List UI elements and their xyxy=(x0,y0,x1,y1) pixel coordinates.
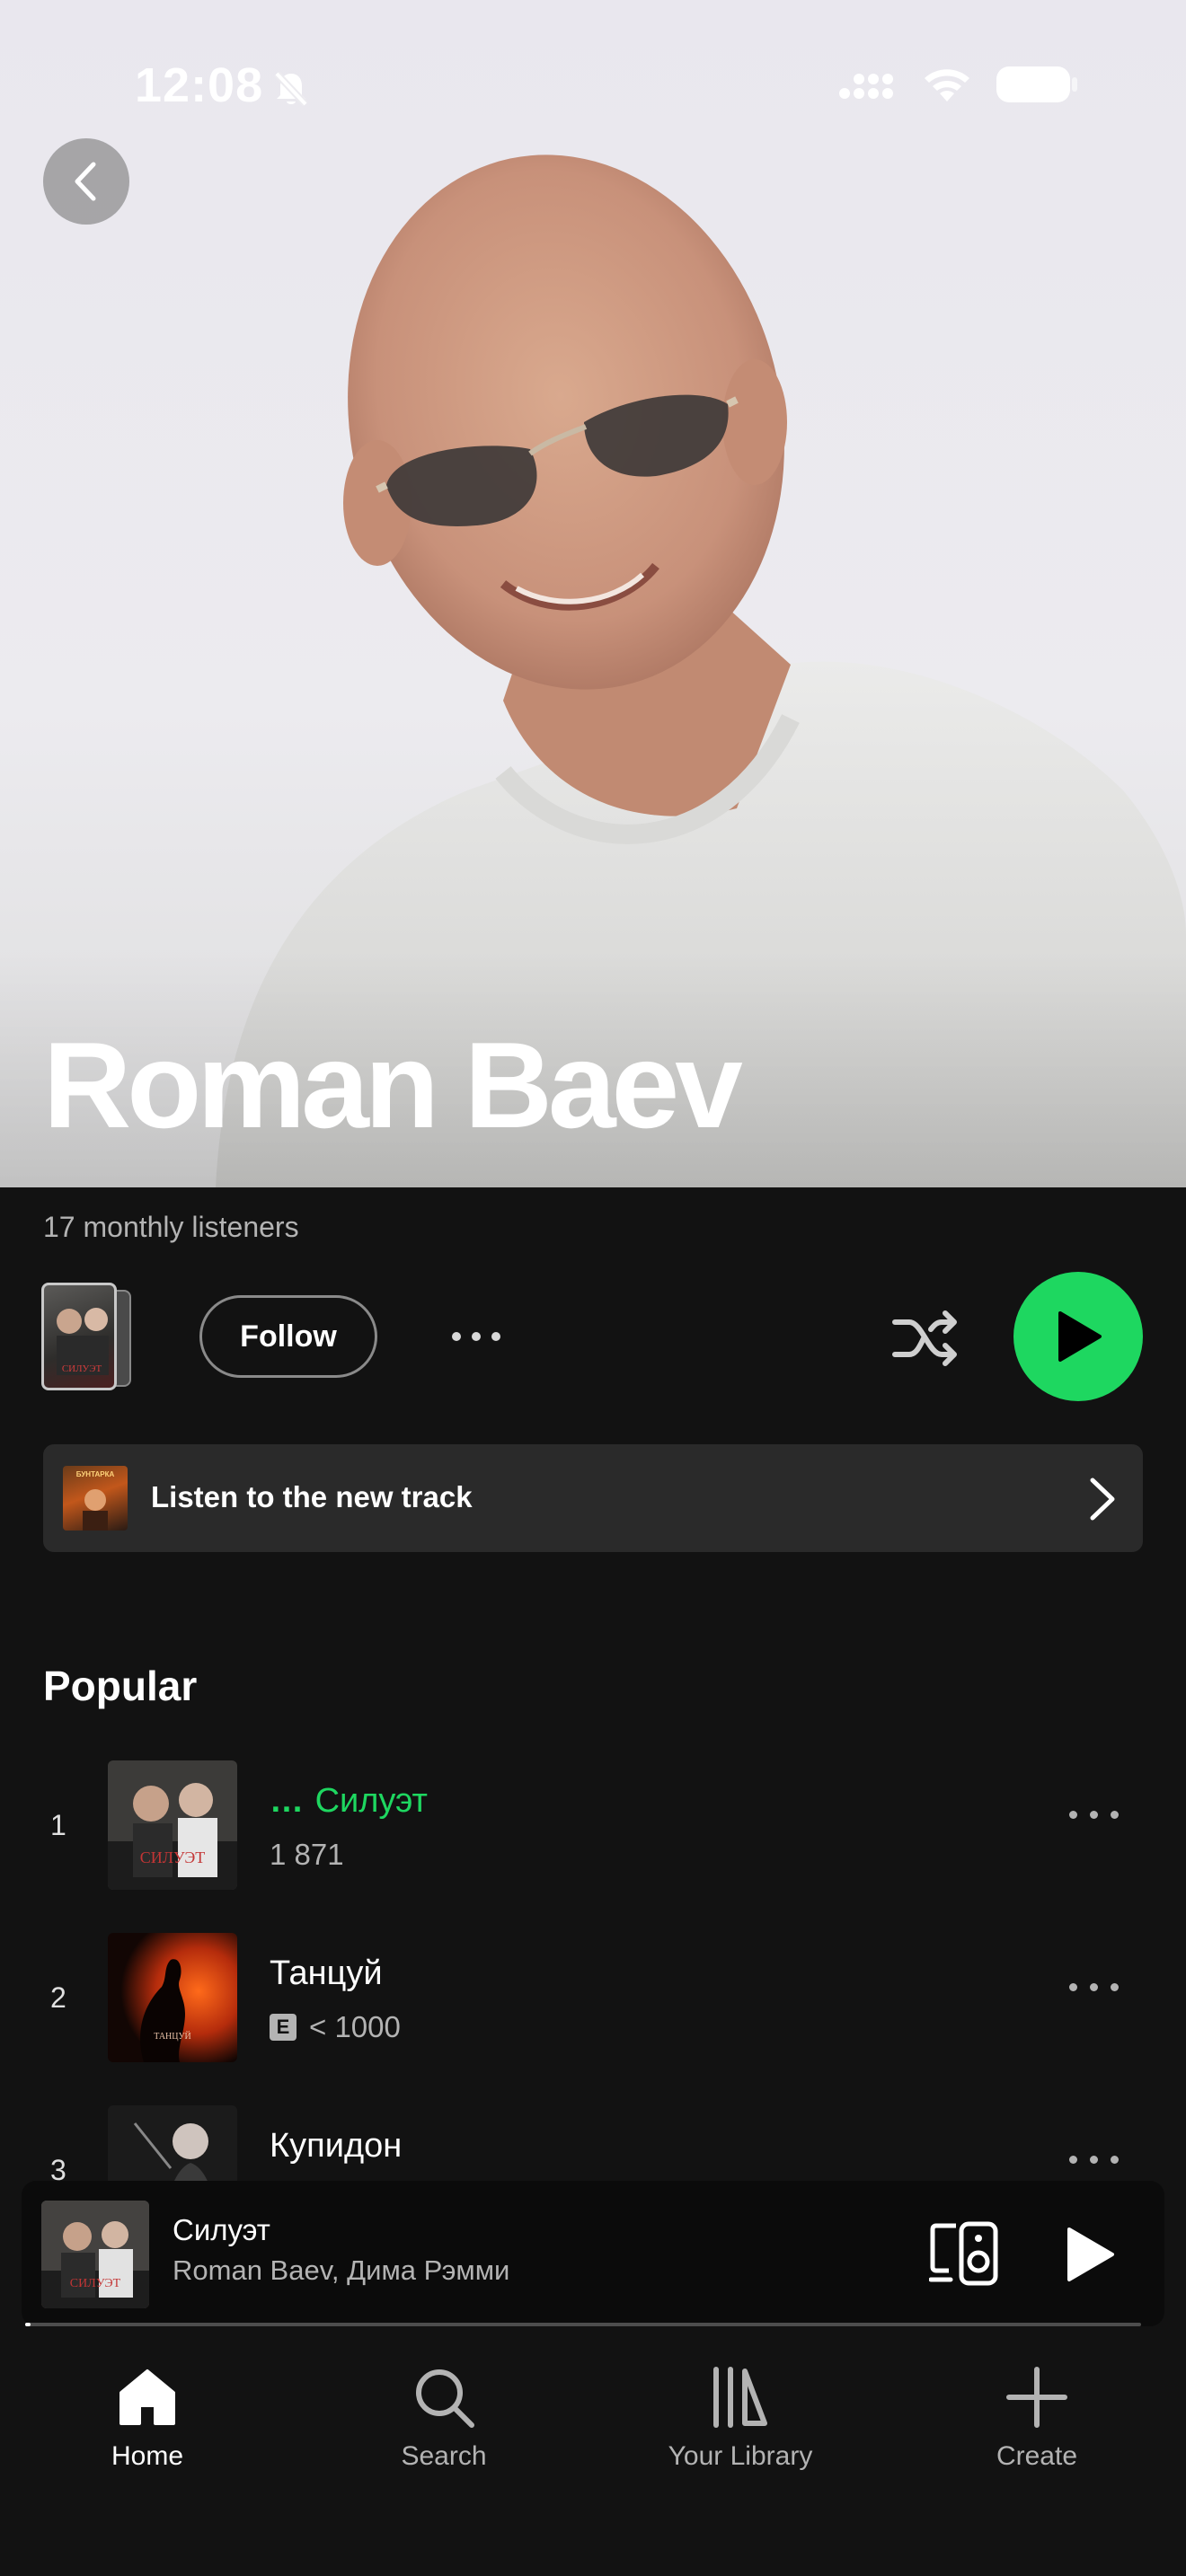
nav-create[interactable]: Create xyxy=(902,2366,1172,2472)
nav-label: Search xyxy=(401,2441,487,2471)
track-number: 2 xyxy=(50,1981,66,2014)
now-playing-artists: Roman Baev, Дима Рэмми xyxy=(173,2254,510,2286)
track-row[interactable]: 1 СИЛУЭТ … Силуэт 1 871 xyxy=(0,1757,1186,1892)
cellular-icon xyxy=(839,74,893,99)
now-playing-artwork: СИЛУЭТ xyxy=(41,2201,149,2308)
follow-button[interactable]: Follow xyxy=(199,1295,377,1378)
dot xyxy=(1111,1983,1119,1991)
nav-search[interactable]: Search xyxy=(309,2366,579,2472)
chevron-left-icon xyxy=(75,162,96,201)
now-playing-title: Силуэт xyxy=(173,2213,270,2246)
dot xyxy=(472,1332,481,1341)
battery-icon xyxy=(996,66,1077,102)
status-bar: 12:08 xyxy=(0,0,1186,171)
dot xyxy=(1090,2156,1098,2164)
dot xyxy=(452,1332,461,1341)
cover-art: СИЛУЭТ xyxy=(57,1308,109,1375)
plus-icon xyxy=(1006,2367,1067,2428)
status-time: 12:08 xyxy=(135,58,264,112)
track-row[interactable]: 2 ТАНЦУЙ Танцуй E < 1000 xyxy=(0,1929,1186,2064)
artist-release-thumbnail[interactable]: СИЛУЭТ xyxy=(41,1283,131,1390)
nav-label: Create xyxy=(996,2441,1078,2471)
svg-text:СИЛУЭТ: СИЛУЭТ xyxy=(70,2277,121,2290)
nav-label: Home xyxy=(111,2441,184,2471)
wifi-icon xyxy=(925,69,969,101)
popular-section-title: Popular xyxy=(43,1663,198,1709)
search-icon xyxy=(416,2369,474,2428)
svg-text:СИЛУЭТ: СИЛУЭТ xyxy=(140,1848,206,1866)
monthly-listeners: 17 monthly listeners xyxy=(43,1211,299,1243)
play-button[interactable] xyxy=(1013,1272,1143,1401)
new-track-thumbnail: БУНТАРКА xyxy=(63,1466,128,1531)
nav-label: Your Library xyxy=(668,2441,813,2471)
shuffle-icon[interactable] xyxy=(890,1302,961,1374)
svg-text:ТАНЦУЙ: ТАНЦУЙ xyxy=(154,2031,191,2042)
track-title: Танцуй xyxy=(270,1954,383,1992)
nav-home[interactable]: Home xyxy=(13,2366,282,2472)
track-plays: E < 1000 xyxy=(270,2010,401,2044)
explicit-badge: E xyxy=(270,2014,296,2041)
silent-mode-icon xyxy=(274,71,308,107)
mini-play-icon[interactable] xyxy=(1060,2226,1118,2283)
chevron-right-icon xyxy=(1090,1478,1115,1521)
track-artwork: ТАНЦУЙ xyxy=(108,1933,237,2062)
new-track-label: Listen to the new track xyxy=(151,1480,473,1513)
playback-progress-bar[interactable] xyxy=(25,2323,1141,2326)
dot xyxy=(1090,1811,1098,1819)
bottom-navigation: Home Search Your Library Create xyxy=(0,2332,1186,2576)
track-number: 1 xyxy=(50,1809,66,1841)
new-track-banner[interactable]: БУНТАРКА Listen to the new track xyxy=(43,1444,1143,1552)
track-title-text: Силуэт xyxy=(314,1782,428,1820)
track-title: Купидон xyxy=(270,2127,403,2165)
dot xyxy=(1069,1983,1077,1991)
svg-text:БУНТАРКА: БУНТАРКА xyxy=(76,1470,115,1478)
artist-name: Roman Baev xyxy=(43,1017,743,1153)
track-more-button[interactable] xyxy=(1069,1811,1119,1819)
track-artwork: СИЛУЭТ xyxy=(108,1760,237,1890)
artist-hero-image: Roman Baev xyxy=(0,0,1186,1187)
dot xyxy=(1090,1983,1098,1991)
progress-fill xyxy=(25,2323,31,2326)
connect-device-icon[interactable] xyxy=(929,2220,1001,2287)
play-icon xyxy=(1058,1311,1102,1362)
library-icon xyxy=(713,2367,767,2428)
track-more-button[interactable] xyxy=(1069,1983,1119,1991)
home-icon xyxy=(119,2369,175,2425)
artist-action-row: СИЛУЭТ Follow xyxy=(0,1270,1186,1405)
playing-indicator-icon: … xyxy=(270,1782,305,1820)
nav-your-library[interactable]: Your Library xyxy=(606,2366,875,2472)
track-plays: 1 871 xyxy=(270,1838,344,1872)
track-title: … Силуэт xyxy=(270,1782,428,1821)
more-options-button[interactable] xyxy=(440,1310,512,1363)
dot xyxy=(1069,1811,1077,1819)
dot xyxy=(1111,1811,1119,1819)
play-count: < 1000 xyxy=(309,2010,401,2043)
new-track-art: БУНТАРКА xyxy=(76,1470,115,1531)
dot xyxy=(491,1332,500,1341)
now-playing-bar[interactable]: СИЛУЭТ Силуэт Roman Baev, Дима Рэмми xyxy=(22,2181,1164,2326)
play-count: 1 871 xyxy=(270,1838,344,1871)
cover-front: СИЛУЭТ xyxy=(41,1283,117,1390)
svg-text:СИЛУЭТ: СИЛУЭТ xyxy=(62,1363,102,1374)
track-more-button[interactable] xyxy=(1069,2156,1119,2164)
status-icons xyxy=(839,65,1078,104)
dot xyxy=(1111,2156,1119,2164)
dot xyxy=(1069,2156,1077,2164)
back-button[interactable] xyxy=(43,138,129,225)
